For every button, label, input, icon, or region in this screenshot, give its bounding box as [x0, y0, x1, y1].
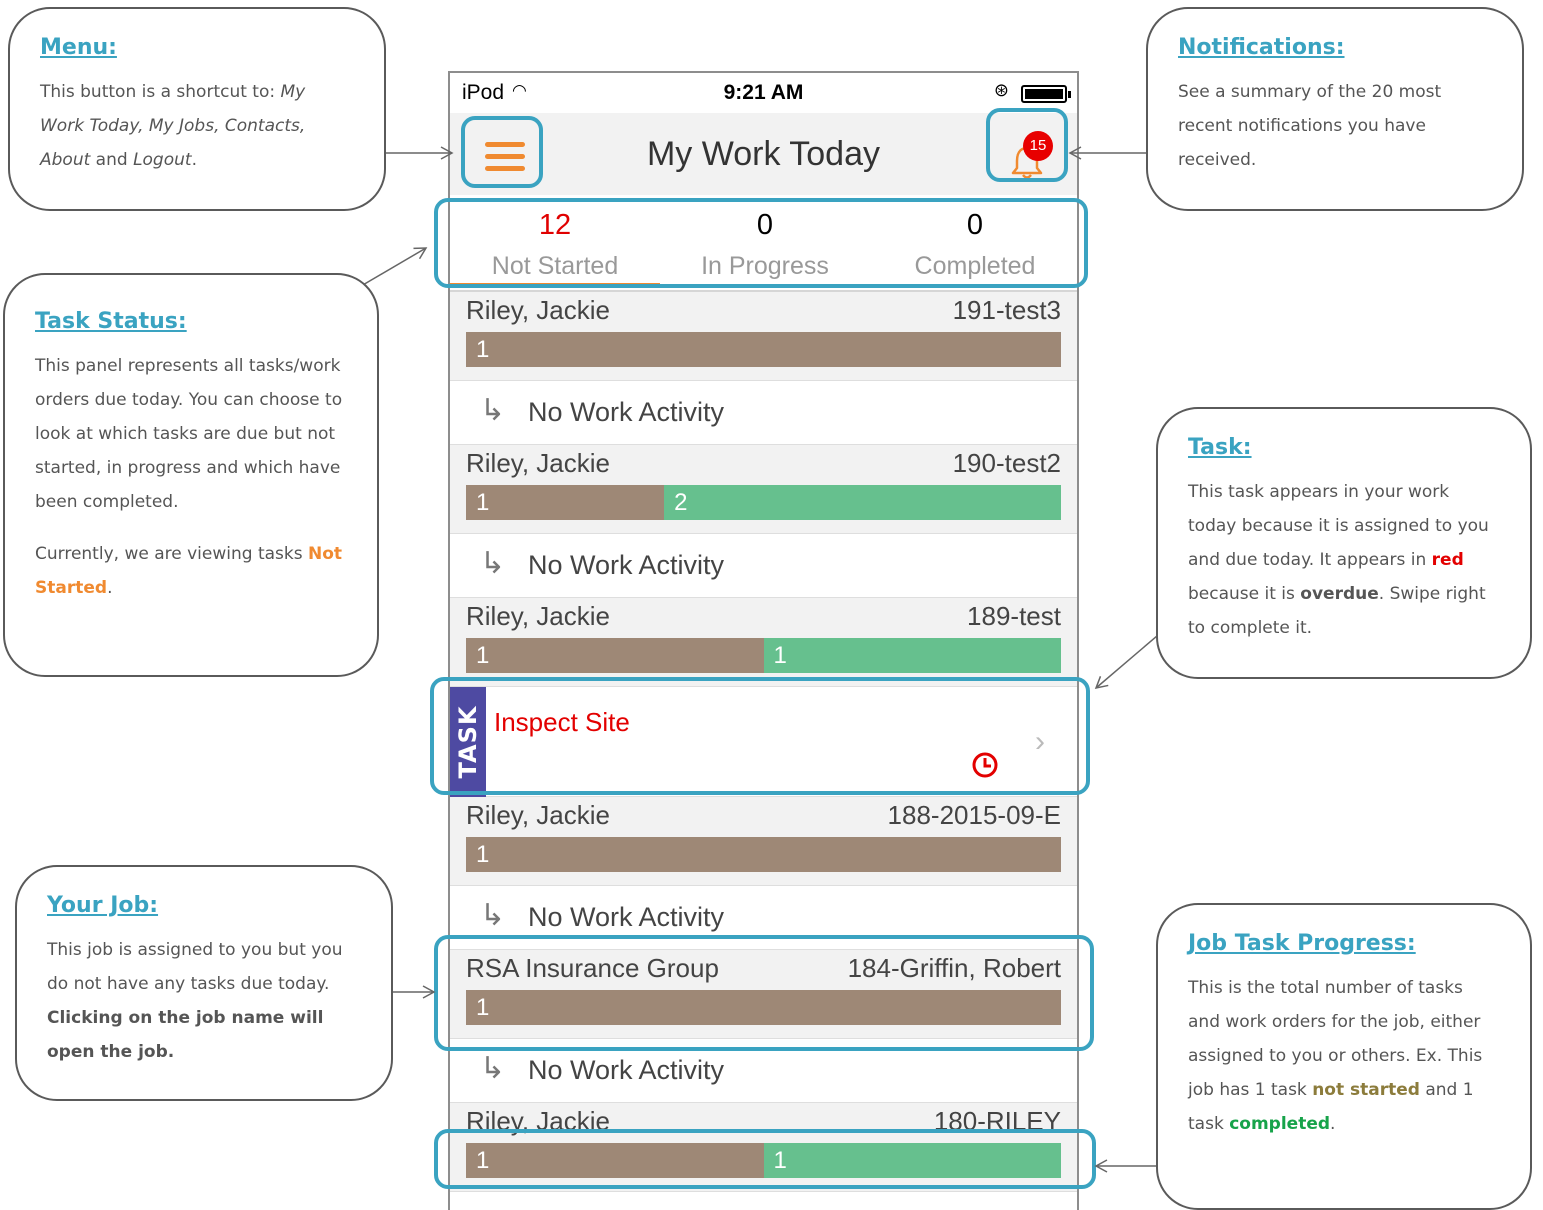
- callout-text: This job is assigned to you but you do n…: [47, 940, 343, 1062]
- callout-text: This panel represents all tasks/work ord…: [35, 356, 343, 512]
- callout-title: Menu:: [40, 35, 117, 60]
- callout-title: Task Status:: [35, 309, 187, 334]
- callout-title: Job Task Progress:: [1188, 931, 1416, 956]
- callout-text: This task appears in your work today bec…: [1188, 482, 1489, 638]
- callout-task: Task: This task appears in your work tod…: [1156, 407, 1532, 679]
- callout-title: Task:: [1188, 435, 1252, 460]
- callout-title: Notifications:: [1178, 35, 1345, 60]
- callout-your-job: Your Job: This job is assigned to you bu…: [15, 865, 393, 1101]
- callout-job-task-progress: Job Task Progress: This is the total num…: [1156, 903, 1532, 1210]
- callout-title: Your Job:: [47, 893, 159, 918]
- callout-text: This is the total number of tasks and wo…: [1188, 978, 1483, 1134]
- callout-menu: Menu: This button is a shortcut to: My W…: [8, 7, 386, 211]
- callout-task-status: Task Status: This panel represents all t…: [3, 273, 379, 677]
- callout-text: This button is a shortcut to: My Work To…: [40, 82, 306, 170]
- callout-text: Currently, we are viewing tasks Not Star…: [35, 544, 343, 598]
- callout-text: See a summary of the 20 most recent noti…: [1178, 82, 1442, 170]
- callout-notifications: Notifications: See a summary of the 20 m…: [1146, 7, 1524, 211]
